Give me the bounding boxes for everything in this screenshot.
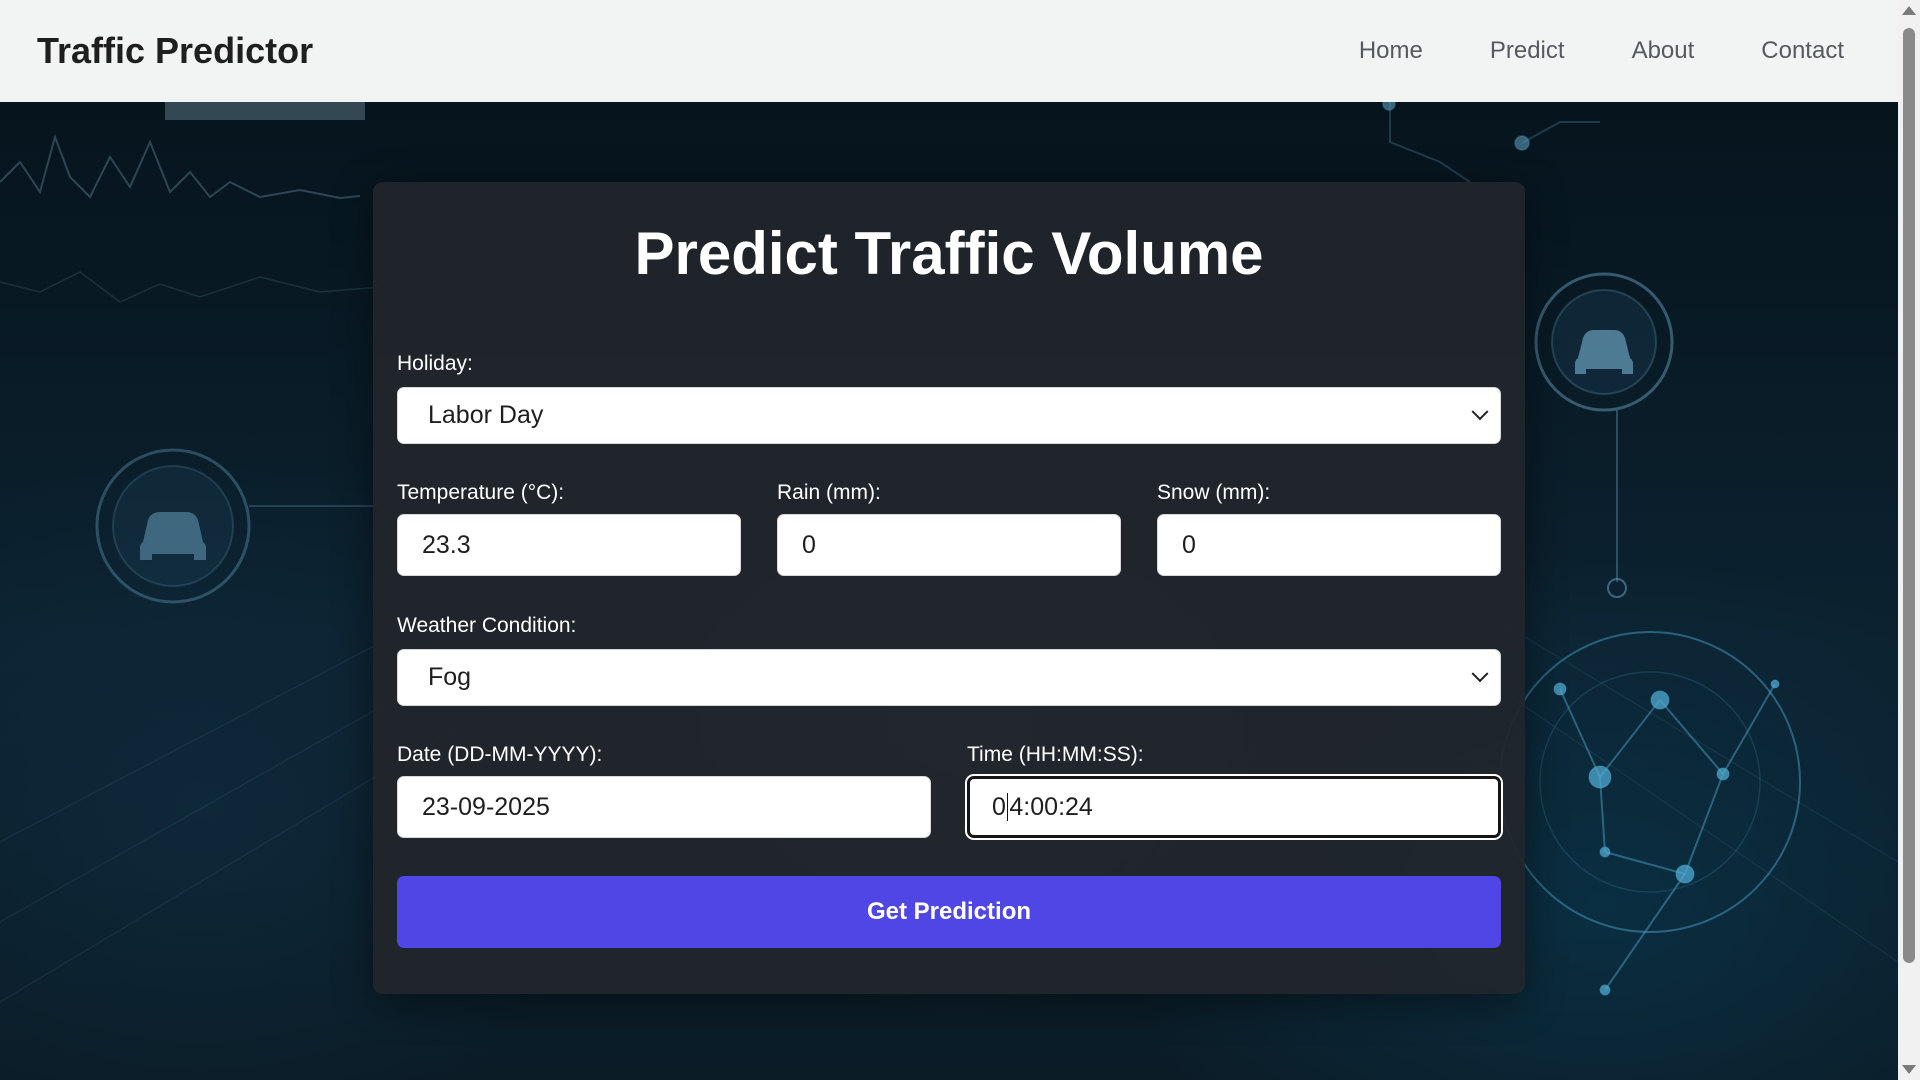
time-input-value-start: 0 xyxy=(992,792,1006,821)
temperature-label: Temperature (°C): xyxy=(397,481,565,504)
form-title: Predict Traffic Volume xyxy=(634,220,1264,287)
get-prediction-button[interactable]: Get Prediction xyxy=(397,876,1501,948)
scroll-up-arrow-icon[interactable] xyxy=(1902,6,1916,15)
snow-input[interactable]: 0 xyxy=(1157,514,1501,576)
chevron-down-icon xyxy=(1471,402,1489,420)
temperature-input[interactable]: 23.3 xyxy=(397,514,741,576)
prediction-form-card: Predict Traffic Volume Holiday: Labor Da… xyxy=(373,182,1525,994)
rain-label: Rain (mm): xyxy=(777,481,881,504)
car-icon-left xyxy=(95,448,380,604)
time-input[interactable]: 0 4:00:24 xyxy=(967,776,1501,838)
brand-title[interactable]: Traffic Predictor xyxy=(37,30,313,72)
holiday-label: Holiday: xyxy=(397,352,473,375)
weather-label: Weather Condition: xyxy=(397,614,577,637)
nav-link-predict[interactable]: Predict xyxy=(1490,37,1565,65)
nav-link-about[interactable]: About xyxy=(1632,37,1695,65)
weather-select-value: Fog xyxy=(428,663,472,691)
scroll-thumb[interactable] xyxy=(1903,28,1915,963)
network-graphic xyxy=(1499,631,1801,996)
nav-link-contact[interactable]: Contact xyxy=(1761,37,1844,65)
date-label: Date (DD-MM-YYYY): xyxy=(397,743,603,766)
time-input-value-end: 4:00:24 xyxy=(1009,792,1093,821)
time-label: Time (HH:MM:SS): xyxy=(967,743,1144,766)
chevron-down-icon xyxy=(1471,664,1489,682)
weather-select[interactable]: Fog xyxy=(397,649,1501,706)
rain-input[interactable]: 0 xyxy=(777,514,1121,576)
page-scrollbar[interactable] xyxy=(1898,0,1920,1080)
snow-label: Snow (mm): xyxy=(1157,481,1271,504)
date-input[interactable]: 23-09-2025 xyxy=(397,776,931,838)
holiday-select-value: Labor Day xyxy=(428,401,544,429)
nav-links: Home Predict About Contact xyxy=(1292,37,1844,65)
text-caret xyxy=(1006,793,1009,821)
holiday-select[interactable]: Labor Day xyxy=(397,387,1501,444)
nav-link-home[interactable]: Home xyxy=(1359,37,1423,65)
top-navbar: Traffic Predictor Home Predict About Con… xyxy=(0,0,1898,102)
scroll-down-arrow-icon[interactable] xyxy=(1902,1065,1916,1074)
car-icon-right xyxy=(1534,272,1674,598)
